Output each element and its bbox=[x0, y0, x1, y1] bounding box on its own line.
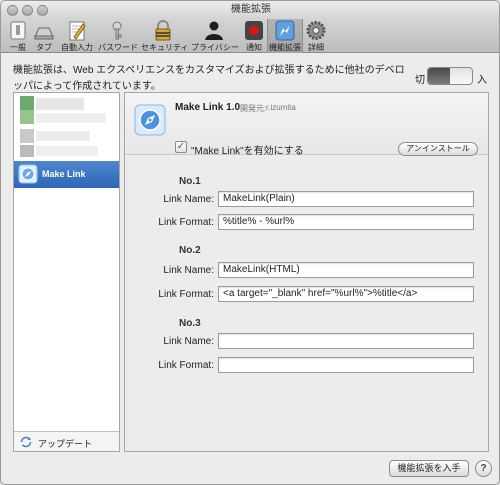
blurred-extension-icon bbox=[20, 129, 34, 143]
enable-extension-checkbox[interactable]: ✓ bbox=[175, 141, 187, 153]
link-name-label: Link Name: bbox=[163, 194, 214, 205]
blurred-extension-label bbox=[36, 113, 106, 123]
tabs-icon bbox=[34, 27, 54, 40]
link-format-input-1[interactable]: %title% - %url% bbox=[218, 214, 474, 230]
section-title: No.1 bbox=[179, 176, 201, 187]
developer-name: r.izumita bbox=[266, 103, 296, 112]
minimize-window-button[interactable] bbox=[22, 5, 33, 16]
toolbar-security-label: セキュリティ bbox=[141, 43, 189, 52]
help-button[interactable]: ? bbox=[475, 460, 492, 477]
link-name-label: Link Name: bbox=[163, 336, 214, 347]
get-extensions-button[interactable]: 機能拡張を入手 bbox=[389, 460, 469, 477]
toolbar-extensions[interactable]: 機能拡張 bbox=[267, 19, 303, 53]
link-format-label: Link Format: bbox=[158, 360, 214, 371]
preferences-window: 機能拡張 一般 タブ 自動入力 パスワード セキュリティ プライバシー 通知 機… bbox=[0, 0, 500, 485]
section-title: No.2 bbox=[179, 245, 201, 256]
toggle-off-label: 切 bbox=[415, 75, 425, 86]
toolbar-advanced-label: 詳細 bbox=[308, 43, 324, 52]
toolbar-passwords-label: パスワード bbox=[98, 43, 138, 52]
link-name-input-3[interactable] bbox=[218, 333, 474, 349]
sidebar-item-make-link[interactable]: Make Link bbox=[14, 161, 119, 188]
notification-icon bbox=[245, 21, 263, 40]
blurred-extension-icon bbox=[20, 145, 34, 157]
link-format-label: Link Format: bbox=[158, 217, 214, 228]
link-name-label: Link Name: bbox=[163, 265, 214, 276]
blurred-extension-label bbox=[36, 146, 98, 156]
update-arrows-icon bbox=[20, 436, 32, 448]
toolbar-general-label: 一般 bbox=[10, 43, 26, 52]
compass-icon bbox=[18, 164, 38, 184]
uninstall-button[interactable]: アンインストール bbox=[398, 142, 478, 156]
sidebar-updates-label: アップデート bbox=[38, 439, 93, 449]
blurred-extension-label bbox=[36, 131, 90, 141]
extensions-icon bbox=[275, 20, 295, 41]
toolbar-autofill[interactable]: 自動入力 bbox=[58, 19, 96, 53]
zoom-window-button[interactable] bbox=[37, 5, 48, 16]
extension-name: Make Link 1.0 bbox=[175, 102, 241, 113]
toolbar-passwords[interactable]: パスワード bbox=[98, 19, 138, 53]
extensions-description: 機能拡張は、Web エクスペリエンスをカスタマイズおよび拡張するために他社のデベ… bbox=[13, 65, 405, 92]
link-name-input-1[interactable]: MakeLink(Plain) bbox=[218, 191, 474, 207]
toolbar-tabs-label: タブ bbox=[36, 43, 52, 52]
toolbar-notifications-label: 通知 bbox=[246, 43, 262, 52]
toolbar-tabs[interactable]: タブ bbox=[33, 19, 55, 53]
toggle-on-label: 入 bbox=[477, 75, 487, 86]
lock-icon bbox=[155, 20, 171, 41]
toggle-knob bbox=[428, 68, 450, 84]
toolbar-privacy-label: プライバシー bbox=[191, 43, 239, 52]
window-title: 機能拡張 bbox=[231, 4, 271, 15]
general-switch-icon bbox=[10, 21, 26, 40]
toolbar-notifications[interactable]: 通知 bbox=[243, 19, 265, 53]
extensions-sidebar: Make Link アップデート bbox=[13, 92, 120, 452]
link-format-input-2[interactable]: <a target="_blank" href="%url%">%title</… bbox=[218, 286, 474, 302]
link-format-input-3[interactable] bbox=[218, 357, 474, 373]
link-format-label: Link Format: bbox=[158, 289, 214, 300]
enable-extension-label: "Make Link"を有効にする bbox=[191, 146, 304, 157]
link-name-input-2[interactable]: MakeLink(HTML) bbox=[218, 262, 474, 278]
blurred-extension-icon bbox=[20, 96, 34, 110]
blurred-extension-label bbox=[36, 98, 84, 110]
toolbar-autofill-label: 自動入力 bbox=[61, 43, 93, 52]
extension-header: Make Link 1.0 開発元: r.izumita ✓ "Make Lin… bbox=[125, 93, 488, 157]
sidebar-item-make-link-label: Make Link bbox=[42, 169, 86, 179]
extension-detail-panel: Make Link 1.0 開発元: r.izumita ✓ "Make Lin… bbox=[124, 92, 489, 452]
preferences-toolbar: 一般 タブ 自動入力 パスワード セキュリティ プライバシー 通知 機能拡張 詳… bbox=[1, 19, 499, 53]
compass-icon bbox=[134, 104, 166, 136]
blurred-extension-icon bbox=[20, 110, 34, 124]
autofill-pencil-icon bbox=[69, 21, 86, 41]
sidebar-updates-button[interactable]: アップデート bbox=[14, 431, 119, 451]
toolbar-privacy[interactable]: プライバシー bbox=[191, 19, 239, 53]
key-icon bbox=[112, 21, 122, 40]
gear-icon bbox=[306, 21, 326, 40]
toolbar-security[interactable]: セキュリティ bbox=[141, 19, 189, 53]
person-silhouette-icon bbox=[205, 21, 223, 40]
close-window-button[interactable] bbox=[7, 5, 18, 16]
extensions-master-toggle[interactable] bbox=[427, 67, 473, 85]
toolbar-general[interactable]: 一般 bbox=[5, 19, 31, 53]
title-bar: 機能拡張 bbox=[1, 1, 499, 19]
toolbar-advanced[interactable]: 詳細 bbox=[305, 19, 327, 53]
section-title: No.3 bbox=[179, 318, 201, 329]
toolbar-extensions-label: 機能拡張 bbox=[269, 43, 301, 52]
developer-label: 開発元: bbox=[240, 104, 267, 113]
